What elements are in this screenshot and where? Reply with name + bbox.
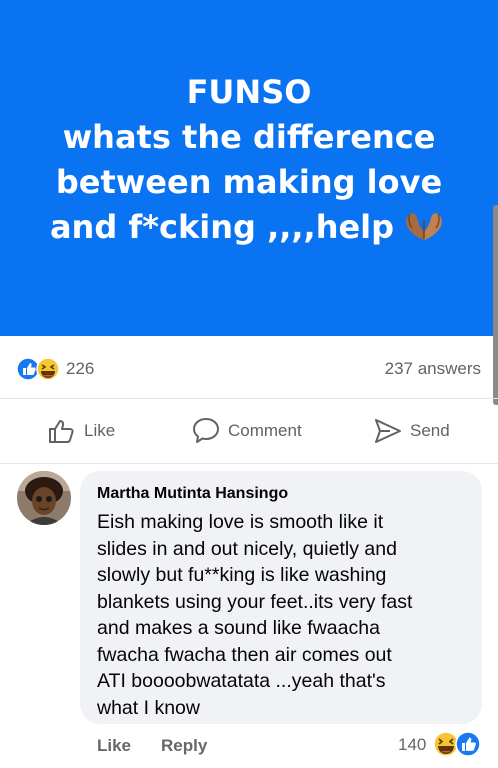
- comment-label: Comment: [228, 421, 302, 440]
- reaction-icons[interactable]: [16, 357, 62, 381]
- post-actions-bar: Like Comment Send: [0, 398, 498, 464]
- answers-count[interactable]: 237 answers: [385, 359, 481, 379]
- comment-like-button[interactable]: Like: [97, 736, 131, 756]
- like-icon: [16, 357, 40, 381]
- stats-row: 226 237 answers: [0, 348, 498, 388]
- folded-hands-emoji: [400, 208, 448, 254]
- comment-icon: [193, 418, 219, 443]
- reaction-count[interactable]: 226: [66, 359, 94, 379]
- laughing-icon: [36, 357, 60, 381]
- comment-reaction-count[interactable]: 140: [398, 735, 426, 755]
- post-banner: FUNSO whats the difference between makin…: [0, 0, 498, 336]
- thumbs-up-icon: [49, 420, 74, 443]
- send-icon: [375, 419, 401, 443]
- commenter-avatar[interactable]: [17, 471, 71, 525]
- comment-button[interactable]: Comment: [192, 417, 302, 445]
- send-label: Send: [410, 421, 450, 440]
- like-label: Like: [84, 421, 116, 440]
- post-text-content: FUNSO whats the difference between makin…: [49, 73, 443, 246]
- like-icon: [455, 731, 481, 757]
- comment-bubble: Martha Mutinta Hansingo Eish making love…: [80, 471, 482, 724]
- comment-reply-button[interactable]: Reply: [161, 736, 207, 756]
- comment-reaction-icons[interactable]: [432, 730, 484, 758]
- comment-text: Eish making love is smooth like it slide…: [97, 511, 413, 719]
- post-text: FUNSO whats the difference between makin…: [0, 70, 498, 254]
- laughing-icon: [433, 731, 459, 757]
- like-button[interactable]: Like: [48, 417, 115, 445]
- commenter-name[interactable]: Martha Mutinta Hansingo: [97, 485, 288, 503]
- send-button[interactable]: Send: [374, 417, 450, 445]
